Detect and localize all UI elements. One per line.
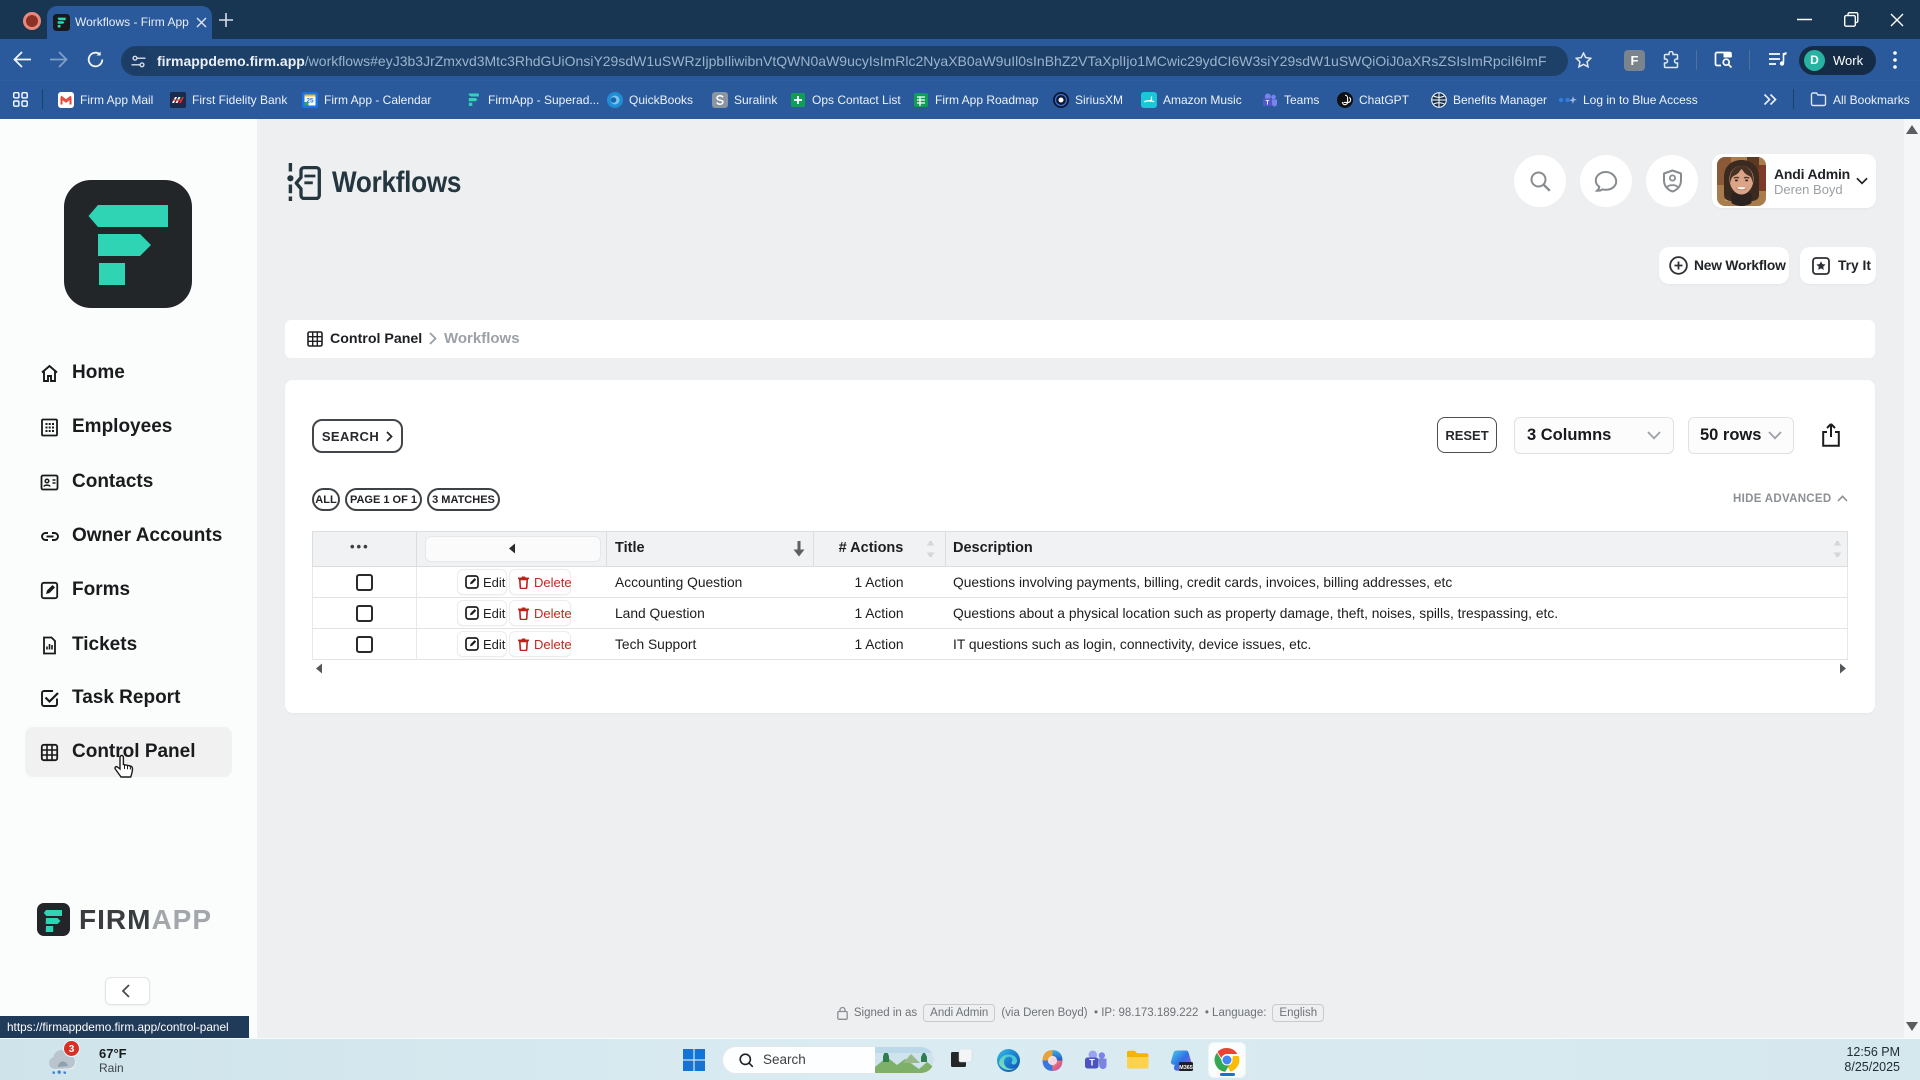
svg-text:T: T <box>1089 1058 1095 1068</box>
svg-text:25: 25 <box>306 97 314 104</box>
svg-text:M365: M365 <box>1179 1065 1193 1071</box>
svg-text:T: T <box>1266 100 1270 106</box>
